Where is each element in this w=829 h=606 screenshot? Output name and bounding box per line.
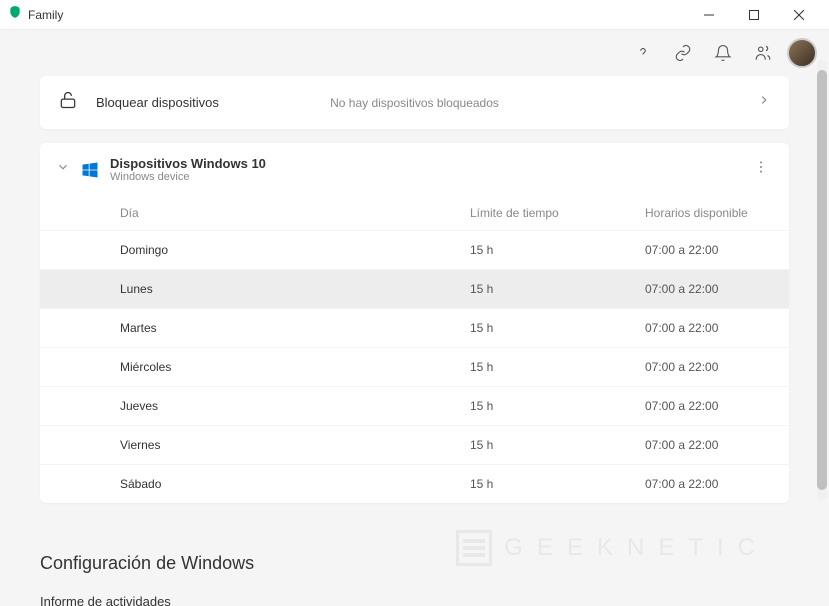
cell-day: Miércoles	[120, 360, 470, 374]
column-limit: Límite de tiempo	[470, 206, 645, 220]
cell-day: Sábado	[120, 477, 470, 491]
unlock-icon	[58, 90, 78, 115]
more-options-button[interactable]	[749, 155, 773, 184]
table-row[interactable]: Lunes 15 h 07:00 a 22:00	[40, 269, 789, 308]
cell-hours: 07:00 a 22:00	[645, 399, 773, 413]
table-row[interactable]: Viernes 15 h 07:00 a 22:00	[40, 425, 789, 464]
user-avatar[interactable]	[787, 38, 817, 68]
help-button[interactable]	[627, 37, 659, 69]
windows-icon	[80, 160, 100, 180]
lock-devices-card[interactable]: Bloquear dispositivos No hay dispositivo…	[40, 76, 789, 129]
close-button[interactable]	[776, 0, 821, 30]
cell-day: Domingo	[120, 243, 470, 257]
maximize-button[interactable]	[731, 0, 776, 30]
cell-hours: 07:00 a 22:00	[645, 282, 773, 296]
table-row[interactable]: Sábado 15 h 07:00 a 22:00	[40, 464, 789, 503]
device-title: Dispositivos Windows 10	[110, 156, 749, 171]
chevron-right-icon	[757, 93, 771, 112]
app-title: Family	[28, 8, 63, 22]
table-row[interactable]: Jueves 15 h 07:00 a 22:00	[40, 386, 789, 425]
cell-limit: 15 h	[470, 321, 645, 335]
section-title: Configuración de Windows	[40, 553, 789, 574]
cell-day: Lunes	[120, 282, 470, 296]
device-header: Dispositivos Windows 10 Windows device	[40, 143, 789, 196]
column-hours: Horarios disponible	[645, 206, 773, 220]
cell-day: Martes	[120, 321, 470, 335]
lock-card-title: Bloquear dispositivos	[96, 95, 219, 110]
notifications-button[interactable]	[707, 37, 739, 69]
device-subtitle: Windows device	[110, 171, 749, 183]
table-row[interactable]: Miércoles 15 h 07:00 a 22:00	[40, 347, 789, 386]
cell-hours: 07:00 a 22:00	[645, 243, 773, 257]
table-row[interactable]: Domingo 15 h 07:00 a 22:00	[40, 230, 789, 269]
schedule-table-header: Día Límite de tiempo Horarios disponible	[40, 196, 789, 230]
lock-card-status: No hay dispositivos bloqueados	[330, 96, 499, 110]
people-button[interactable]	[747, 37, 779, 69]
content-area: Bloquear dispositivos No hay dispositivo…	[0, 76, 829, 606]
app-icon	[8, 5, 22, 24]
cell-hours: 07:00 a 22:00	[645, 360, 773, 374]
cell-day: Jueves	[120, 399, 470, 413]
cell-limit: 15 h	[470, 282, 645, 296]
toolbar	[0, 30, 829, 76]
scrollbar-thumb[interactable]	[817, 70, 827, 490]
cell-hours: 07:00 a 22:00	[645, 438, 773, 452]
chevron-down-icon[interactable]	[56, 160, 70, 179]
cell-limit: 15 h	[470, 477, 645, 491]
link-button[interactable]	[667, 37, 699, 69]
column-day: Día	[120, 206, 470, 220]
device-card: Dispositivos Windows 10 Windows device D…	[40, 143, 789, 503]
minimize-button[interactable]	[686, 0, 731, 30]
cell-hours: 07:00 a 22:00	[645, 321, 773, 335]
activity-report-link[interactable]: Informe de actividades	[40, 594, 789, 606]
cell-day: Viernes	[120, 438, 470, 452]
cell-limit: 15 h	[470, 399, 645, 413]
cell-hours: 07:00 a 22:00	[645, 477, 773, 491]
schedule-table-body: Domingo 15 h 07:00 a 22:00 Lunes 15 h 07…	[40, 230, 789, 503]
table-row[interactable]: Martes 15 h 07:00 a 22:00	[40, 308, 789, 347]
cell-limit: 15 h	[470, 438, 645, 452]
cell-limit: 15 h	[470, 360, 645, 374]
titlebar: Family	[0, 0, 829, 30]
scrollbar[interactable]	[817, 60, 827, 500]
cell-limit: 15 h	[470, 243, 645, 257]
